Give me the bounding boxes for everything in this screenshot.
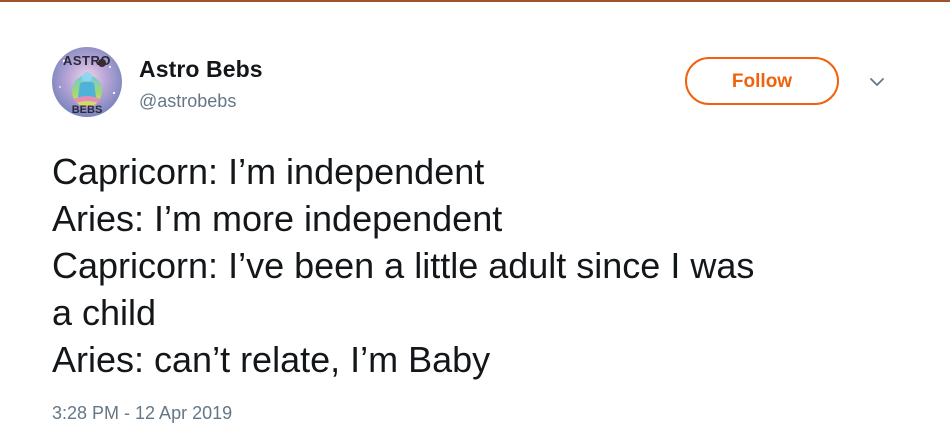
follow-button[interactable]: Follow bbox=[685, 57, 839, 105]
svg-text:BEBS: BEBS bbox=[72, 104, 103, 116]
tweet-line: Aries: I’m more independent bbox=[52, 198, 503, 239]
tweet-card: ASTRO BEBS Astro Bebs @astrobebs Follow … bbox=[0, 0, 950, 442]
tweet-text: Capricorn: I’m independent Aries: I’m mo… bbox=[52, 148, 912, 383]
avatar[interactable]: ASTRO BEBS bbox=[52, 47, 122, 117]
tweet-line: Aries: can’t relate, I’m Baby bbox=[52, 339, 491, 380]
tweet-line: a child bbox=[52, 292, 157, 333]
tweet-line: Capricorn: I’m independent bbox=[52, 151, 485, 192]
tweet-line: Capricorn: I’ve been a little adult sinc… bbox=[52, 245, 755, 286]
tweet-timestamp[interactable]: 3:28 PM - 12 Apr 2019 bbox=[52, 403, 232, 424]
chevron-down-icon bbox=[870, 78, 884, 86]
author-display-name[interactable]: Astro Bebs bbox=[139, 56, 263, 83]
astrology-avatar-icon: ASTRO BEBS bbox=[52, 47, 122, 117]
author-handle[interactable]: @astrobebs bbox=[139, 91, 236, 112]
tweet-menu-button[interactable] bbox=[867, 75, 887, 89]
